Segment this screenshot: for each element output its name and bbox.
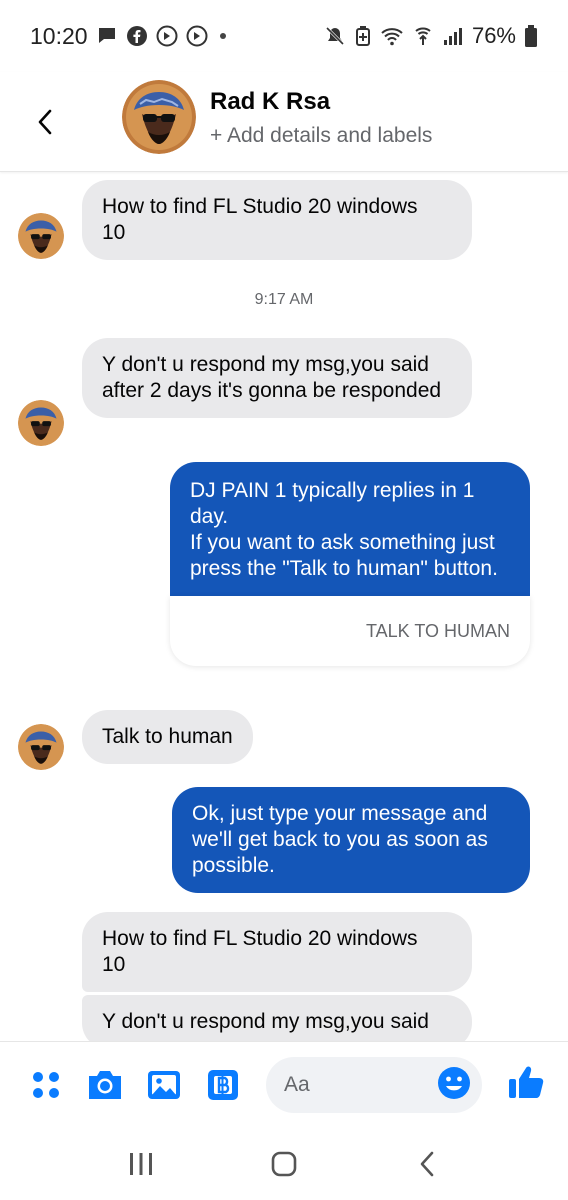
battery-icon [524, 24, 538, 48]
message-bubble-incoming[interactable]: Talk to human [82, 710, 253, 764]
message-composer: Aa [0, 1041, 568, 1127]
message-input-placeholder: Aa [284, 1073, 310, 1096]
message-thread[interactable]: How to find FL Studio 20 windows 10 9:17… [0, 173, 568, 1041]
more-actions-icon[interactable] [26, 1065, 66, 1105]
recent-apps-button[interactable] [111, 1134, 171, 1194]
messenger-notification-icon [96, 25, 118, 47]
add-details-link[interactable]: + Add details and labels [210, 124, 432, 148]
dot-icon [216, 29, 230, 43]
signal-icon [442, 25, 464, 47]
message-timestamp: 9:17 AM [254, 291, 314, 308]
auto-reply-card: DJ PAIN 1 typically replies in 1 day. If… [170, 462, 530, 666]
battery-saver-icon [354, 25, 372, 47]
wifi-icon [380, 25, 404, 47]
contact-avatar-small[interactable] [18, 400, 64, 446]
back-arrow-icon [38, 109, 52, 134]
status-bar: 10:20 76% [0, 0, 568, 72]
gallery-icon[interactable] [144, 1065, 184, 1105]
status-time: 10:20 [30, 22, 88, 49]
message-bubble-incoming[interactable]: How to find FL Studio 20 windows 10 [82, 912, 472, 992]
battery-percent: 76% [471, 23, 516, 48]
home-button[interactable] [254, 1134, 314, 1194]
contact-avatar[interactable] [122, 80, 196, 154]
back-button[interactable] [10, 87, 80, 157]
system-back-button[interactable] [397, 1134, 457, 1194]
message-bubble-incoming[interactable]: Y don't u respond my msg,you said [82, 995, 472, 1041]
conversation-header: Rad K Rsa + Add details and labels [0, 72, 568, 172]
contact-avatar-small[interactable] [18, 724, 64, 770]
facebook-icon [126, 25, 148, 47]
system-navigation-bar [0, 1127, 568, 1200]
like-icon[interactable] [506, 1062, 546, 1107]
home-icon [271, 1151, 297, 1176]
camera-icon[interactable] [85, 1065, 125, 1105]
contact-name[interactable]: Rad K Rsa [210, 88, 432, 116]
pay-icon[interactable] [203, 1065, 243, 1105]
message-bubble-outgoing[interactable]: Ok, just type your message and we'll get… [172, 787, 530, 893]
system-back-icon [420, 1151, 433, 1176]
recent-apps-icon [130, 1152, 153, 1175]
talk-to-human-button[interactable]: TALK TO HUMAN [170, 596, 530, 666]
mute-icon [324, 25, 346, 47]
app-notification-icon [186, 25, 208, 47]
hotspot-icon [412, 25, 434, 47]
message-bubble-incoming[interactable]: Y don't u respond my msg,you said after … [82, 338, 472, 418]
app-notification-icon [156, 25, 178, 47]
message-bubble-incoming[interactable]: How to find FL Studio 20 windows 10 [82, 180, 472, 260]
contact-avatar-small[interactable] [18, 213, 64, 259]
message-bubble-outgoing[interactable]: DJ PAIN 1 typically replies in 1 day. If… [170, 462, 530, 596]
